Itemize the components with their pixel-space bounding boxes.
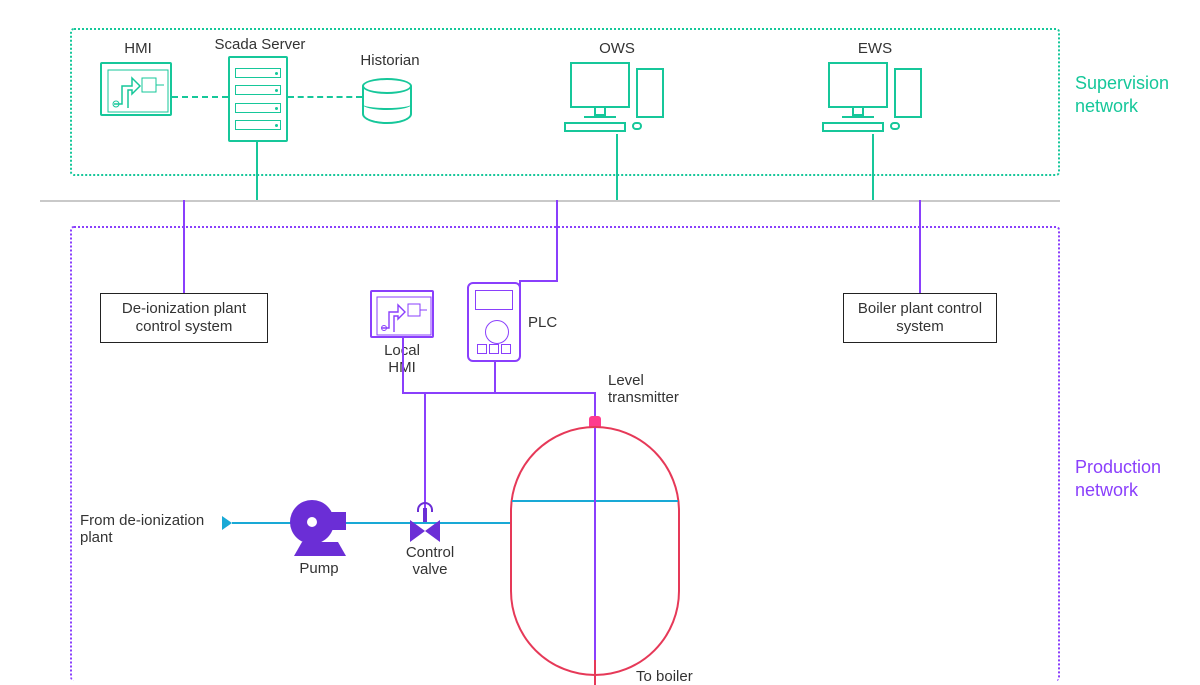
plc-icon — [467, 282, 521, 362]
from-deion-arrow — [222, 516, 232, 530]
control-valve-icon — [410, 502, 440, 542]
link-scada-historian — [288, 96, 362, 98]
ows-icon — [564, 62, 674, 134]
pipe-in — [232, 522, 510, 524]
drop-plc-h — [519, 280, 558, 282]
sig-plc-to-hmi-v — [402, 338, 404, 394]
hmi-icon — [100, 62, 172, 116]
scada-server-icon — [228, 56, 288, 142]
supervision-network-label: Supervision network — [1075, 72, 1169, 117]
local-hmi-icon — [370, 290, 434, 338]
drop-scada — [256, 142, 258, 200]
level-transmitter-label: Level transmitter — [608, 372, 698, 407]
sig-plc-to-valve-v — [424, 392, 426, 510]
to-boiler-label: To boiler — [636, 668, 726, 685]
boiler-control-system: Boiler plant control system — [843, 293, 997, 343]
ews-label: EWS — [850, 40, 900, 57]
sig-plc-down — [494, 362, 496, 392]
drop-ows — [616, 134, 618, 200]
drop-boiler — [919, 200, 921, 293]
drop-deion — [183, 200, 185, 293]
ows-label: OWS — [592, 40, 642, 57]
from-deion-label: From de-ionization plant — [80, 512, 228, 547]
control-valve-label: Control valve — [402, 544, 458, 579]
sig-plc-to-hmi-h — [402, 392, 496, 394]
plc-label: PLC — [528, 314, 568, 331]
drop-plc — [556, 200, 558, 280]
diagram-canvas: Supervision network Production network H… — [0, 0, 1200, 685]
drop-ews — [872, 134, 874, 200]
historian-icon — [362, 78, 412, 124]
pipe-tank-out-v2 — [594, 660, 596, 685]
scada-label: Scada Server — [205, 36, 315, 53]
ews-icon — [822, 62, 932, 134]
tank-internal-level-line — [594, 428, 596, 660]
deion-control-system: De-ionization plant control system — [100, 293, 268, 343]
sig-plc-to-lt-h — [494, 392, 596, 394]
pump-icon — [290, 500, 346, 556]
pump-label: Pump — [296, 560, 342, 577]
hmi-label: HMI — [118, 40, 158, 57]
bus-line — [40, 200, 1060, 202]
production-network-label: Production network — [1075, 456, 1161, 501]
historian-label: Historian — [350, 52, 430, 69]
link-hmi-scada — [172, 96, 228, 98]
